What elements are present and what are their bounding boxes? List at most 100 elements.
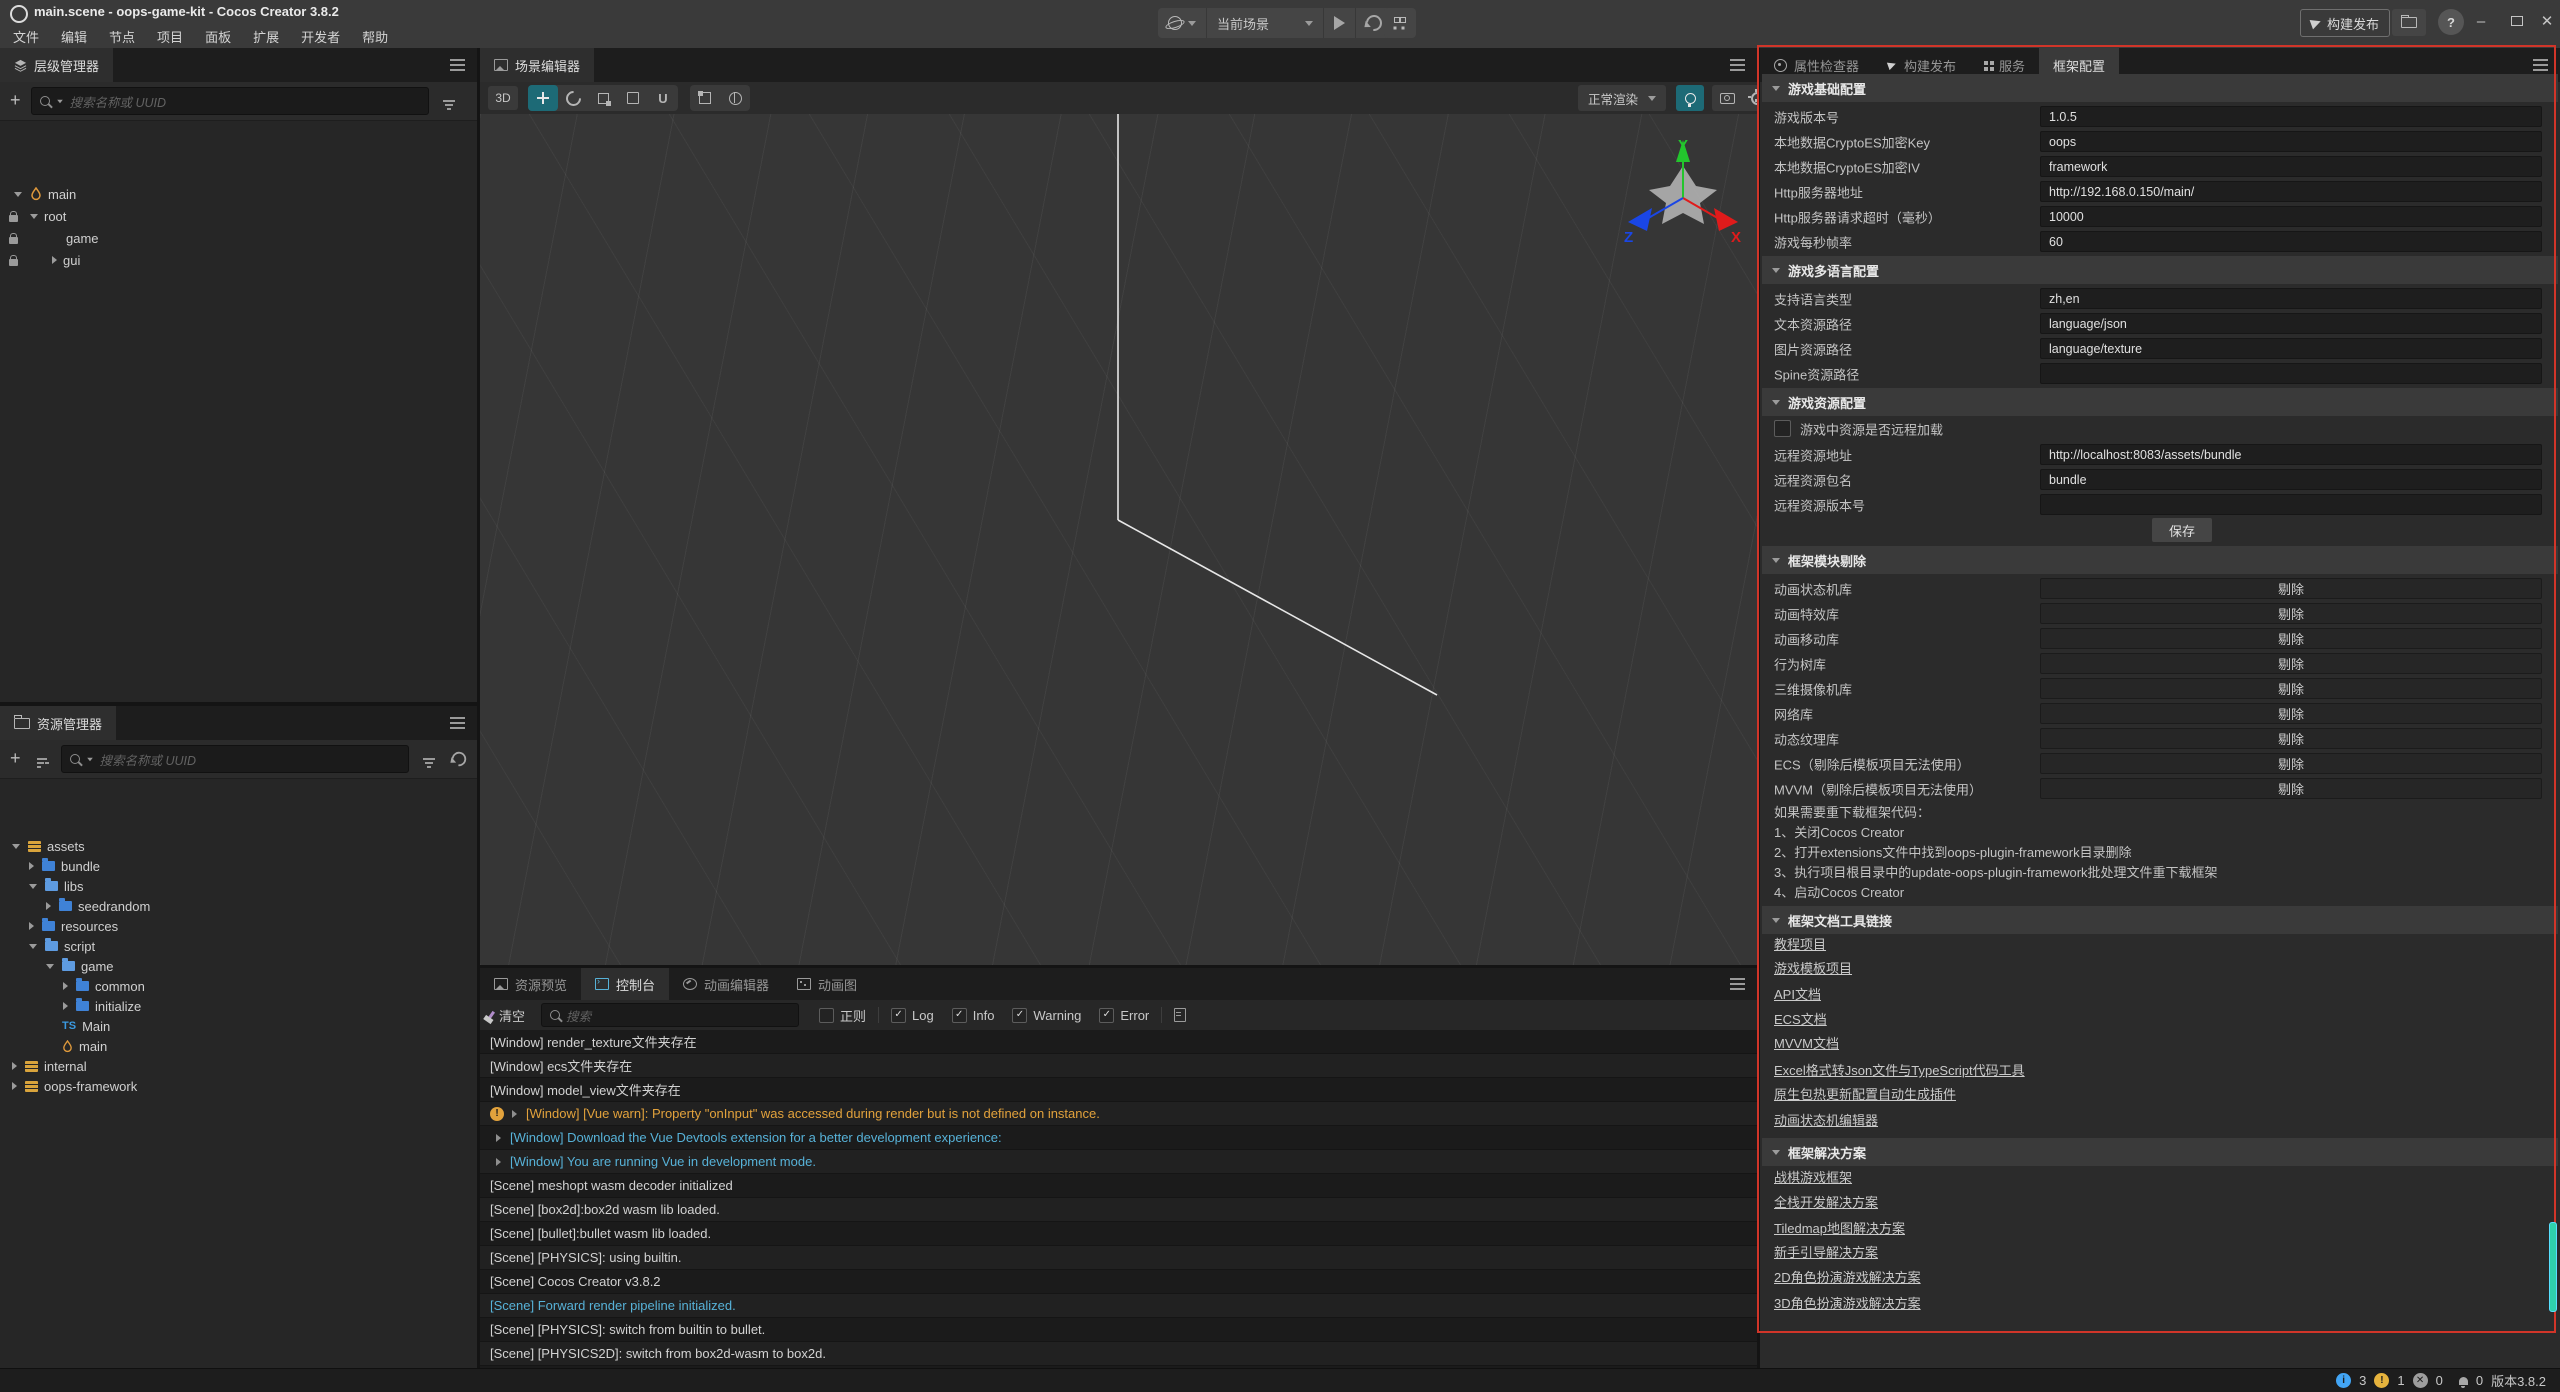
tab-animation-editor[interactable]: 动画编辑器 xyxy=(669,968,783,1000)
tree-row-game[interactable]: game xyxy=(0,227,477,249)
log-file-icon[interactable] xyxy=(1174,1008,1186,1022)
remove-button[interactable]: 剔除 xyxy=(2040,653,2542,674)
warning-icon[interactable]: ! xyxy=(2374,1373,2389,1388)
filter-info-checkbox[interactable]: Info xyxy=(952,1008,995,1023)
chevron-down-icon[interactable] xyxy=(12,844,20,849)
assets-search-input[interactable]: 搜索名称或 UUID xyxy=(61,745,409,773)
chevron-right-icon[interactable] xyxy=(29,922,34,930)
section-header-solutions[interactable]: 框架解决方案 xyxy=(1762,1138,2558,1166)
doc-link[interactable]: 教程项目 xyxy=(1774,934,1826,953)
asset-row-game[interactable]: game xyxy=(0,956,477,976)
scene-viewport[interactable]: Y X Z xyxy=(480,114,1757,965)
chevron-right-icon[interactable] xyxy=(63,982,68,990)
log-row[interactable]: [Scene] [box2d]:box2d wasm lib loaded. xyxy=(480,1198,1757,1222)
scale-tool-button[interactable] xyxy=(588,85,618,111)
tree-row-gui[interactable]: gui xyxy=(0,249,477,271)
log-row[interactable]: [Window] render_texture文件夹存在 xyxy=(480,1030,1757,1054)
render-mode-dropdown[interactable]: 正常渲染 xyxy=(1578,85,1666,111)
asset-row-main-scene[interactable]: main xyxy=(0,1036,477,1056)
log-row-info[interactable]: [Window] You are running Vue in developm… xyxy=(480,1150,1757,1174)
remote-load-checkbox[interactable] xyxy=(1774,420,1791,437)
log-row-info[interactable]: [Scene] Forward render pipeline initiali… xyxy=(480,1294,1757,1318)
filter-icon[interactable] xyxy=(443,100,455,102)
filter-warning-checkbox[interactable]: Warning xyxy=(1012,1008,1081,1023)
text-field[interactable]: language/json xyxy=(2040,313,2542,334)
inspector-menu-icon[interactable] xyxy=(2533,64,2548,66)
remove-button[interactable]: 剔除 xyxy=(2040,628,2542,649)
doc-link[interactable]: MVVM文档 xyxy=(1774,1033,1839,1052)
qr-preview-button[interactable] xyxy=(1384,8,1416,38)
window-minimize-button[interactable]: – xyxy=(2466,6,2496,36)
text-field[interactable]: http://192.168.0.150/main/ xyxy=(2040,181,2542,202)
tab-asset-preview[interactable]: 资源预览 xyxy=(480,968,581,1000)
chevron-down-icon[interactable] xyxy=(29,884,37,889)
tab-hierarchy[interactable]: 层级管理器 xyxy=(0,48,113,82)
remove-button[interactable]: 剔除 xyxy=(2040,603,2542,624)
asset-row-main-ts[interactable]: TS Main xyxy=(0,1016,477,1036)
doc-link[interactable]: 游戏模板项目 xyxy=(1774,958,1852,977)
save-button[interactable]: 保存 xyxy=(2152,518,2212,542)
remove-button[interactable]: 剔除 xyxy=(2040,578,2542,599)
log-row[interactable]: [Scene] [PHYSICS]: switch from builtin t… xyxy=(480,1318,1757,1342)
menu-help[interactable]: 帮助 xyxy=(351,25,399,48)
bell-icon[interactable] xyxy=(2459,1377,2468,1385)
doc-link[interactable]: API文档 xyxy=(1774,984,1821,1003)
menu-edit[interactable]: 编辑 xyxy=(50,25,98,48)
expand-icon[interactable] xyxy=(512,1110,517,1118)
text-field[interactable]: 1.0.5 xyxy=(2040,106,2542,127)
log-row[interactable]: [Scene] [bullet]:bullet wasm lib loaded. xyxy=(480,1222,1757,1246)
solution-link[interactable]: 新手引导解决方案 xyxy=(1774,1242,1878,1261)
filter-error-checkbox[interactable]: Error xyxy=(1099,1008,1149,1023)
log-row[interactable]: [Scene] [PHYSICS2D]: switch from box2d-w… xyxy=(480,1342,1757,1366)
section-header-language[interactable]: 游戏多语言配置 xyxy=(1762,256,2558,284)
help-button[interactable] xyxy=(2438,9,2464,35)
chevron-right-icon[interactable] xyxy=(52,256,57,264)
log-row[interactable]: [Scene] Cocos Creator v3.8.2 xyxy=(480,1270,1757,1294)
chevron-right-icon[interactable] xyxy=(12,1062,17,1070)
menu-extension[interactable]: 扩展 xyxy=(242,25,290,48)
play-button[interactable] xyxy=(1324,8,1356,38)
asset-row-script[interactable]: script xyxy=(0,936,477,956)
remove-button[interactable]: 剔除 xyxy=(2040,728,2542,749)
log-row[interactable]: [Window] ecs文件夹存在 xyxy=(480,1054,1757,1078)
asset-row-internal[interactable]: internal xyxy=(0,1056,477,1076)
menu-file[interactable]: 文件 xyxy=(2,25,50,48)
section-header-resources[interactable]: 游戏资源配置 xyxy=(1762,388,2558,416)
asset-row-initialize[interactable]: initialize xyxy=(0,996,477,1016)
camera-button[interactable] xyxy=(1712,85,1742,111)
create-node-button[interactable]: + xyxy=(10,91,21,109)
solution-link[interactable]: 全栈开发解决方案 xyxy=(1774,1192,1878,1211)
expand-icon[interactable] xyxy=(496,1134,501,1142)
log-row[interactable]: [Scene] [PHYSICS]: using builtin. xyxy=(480,1246,1757,1270)
chevron-down-icon[interactable] xyxy=(30,214,38,219)
remove-button[interactable]: 剔除 xyxy=(2040,753,2542,774)
remove-button[interactable]: 剔除 xyxy=(2040,678,2542,699)
log-row-warning[interactable]: ![Window] [Vue warn]: Property "onInput"… xyxy=(480,1102,1757,1126)
tab-animation-graph[interactable]: 动画图 xyxy=(783,968,871,1000)
move-tool-button[interactable] xyxy=(528,85,558,111)
text-field[interactable]: bundle xyxy=(2040,469,2542,490)
tab-scene-editor[interactable]: 场景编辑器 xyxy=(480,48,594,82)
text-field[interactable]: oops xyxy=(2040,131,2542,152)
info-icon[interactable]: i xyxy=(2336,1373,2351,1388)
menu-panel[interactable]: 面板 xyxy=(194,25,242,48)
scene-select-dropdown[interactable]: 当前场景 xyxy=(1207,8,1324,38)
text-field[interactable]: http://localhost:8083/assets/bundle xyxy=(2040,444,2542,465)
asset-row-oops-framework[interactable]: oops-framework xyxy=(0,1076,477,1096)
text-field[interactable]: language/texture xyxy=(2040,338,2542,359)
doc-link[interactable]: Excel格式转Json文件与TypeScript代码工具 xyxy=(1774,1060,2025,1079)
text-field[interactable]: framework xyxy=(2040,156,2542,177)
chevron-right-icon[interactable] xyxy=(46,902,51,910)
orientation-gizmo[interactable]: Y X Z xyxy=(1618,132,1748,262)
menu-node[interactable]: 节点 xyxy=(98,25,146,48)
assets-menu-icon[interactable] xyxy=(450,722,465,724)
doc-link[interactable]: 原生包热更新配置自动生成插件 xyxy=(1774,1084,1956,1103)
regex-checkbox[interactable]: 正则 xyxy=(819,1006,866,1025)
build-publish-button[interactable]: 构建发布 xyxy=(2300,9,2390,37)
lock-icon[interactable] xyxy=(9,237,18,244)
window-restore-button[interactable] xyxy=(2502,6,2532,36)
create-asset-button[interactable]: + xyxy=(10,749,21,767)
lighting-toggle-button[interactable] xyxy=(1676,85,1704,111)
solution-link[interactable]: Tiledmap地图解决方案 xyxy=(1774,1218,1905,1237)
chevron-right-icon[interactable] xyxy=(29,862,34,870)
